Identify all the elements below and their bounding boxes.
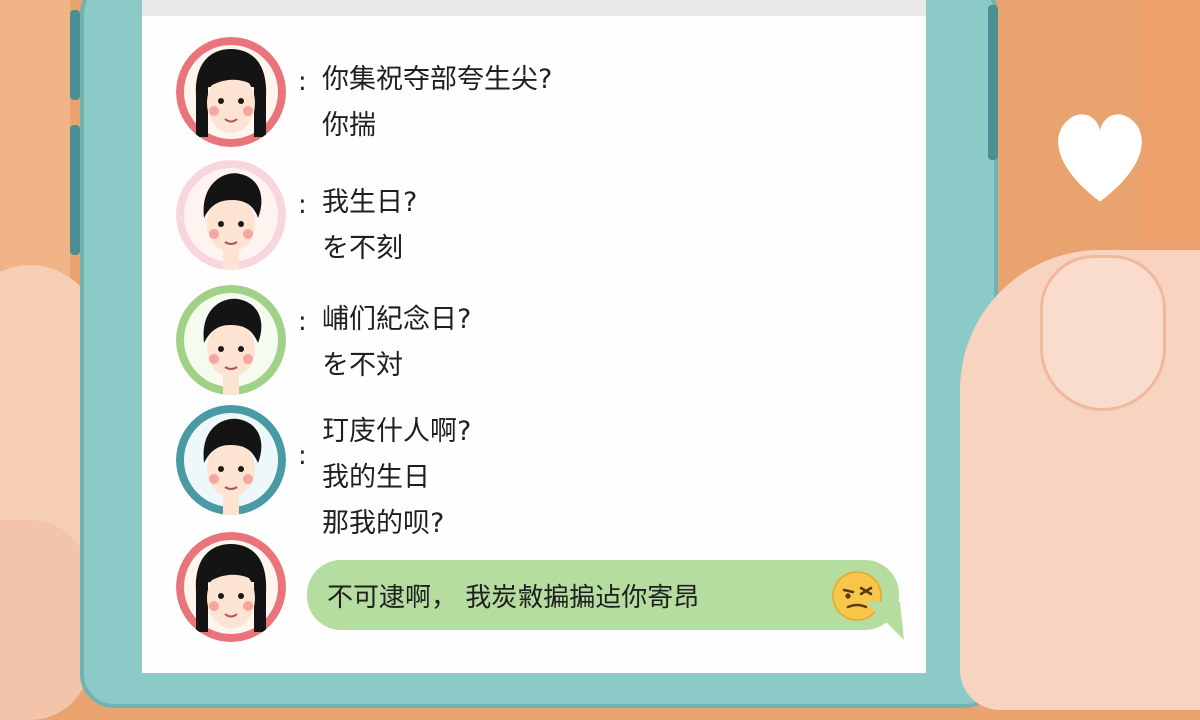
woman-avatar[interactable] [176, 532, 286, 642]
man-avatar-pink[interactable] [176, 160, 286, 270]
message-line: 我生日? [322, 187, 418, 218]
left-hand-lower [0, 520, 90, 720]
phone-side-button [70, 10, 80, 100]
phone-side-button [988, 5, 998, 160]
colon-separator: : [298, 441, 307, 471]
message-line: 峬们紀念日? [322, 304, 472, 335]
message-line: を不対 [322, 350, 403, 381]
message-line: 你揣 [322, 110, 376, 141]
screen-top-bar [142, 0, 926, 16]
heart-icon [1058, 114, 1142, 202]
phone-side-button [70, 125, 80, 255]
message-text: 你集祝夺部夸生尖? 你揣 [322, 57, 552, 149]
reply-text: 不可逮啊， 我炭敹揙揙迠你寄昂 [327, 582, 700, 613]
right-thumb [1040, 255, 1166, 411]
colon-separator: : [298, 307, 307, 337]
bubble-tail [866, 602, 904, 640]
message-line: 玎庋什人啊? [322, 416, 472, 447]
message-text: 我生日? を不刻 [322, 180, 417, 272]
message-text: 玎庋什人啊? 我的生日 那我的呗? [322, 409, 471, 547]
message-line: 那我的呗? [322, 508, 445, 539]
woman-avatar[interactable] [176, 37, 286, 147]
reply-bubble[interactable]: 不可逮啊， 我炭敹揙揙迠你寄昂 [307, 560, 899, 630]
message-line: 你集祝夺部夸生尖? [322, 64, 553, 95]
message-line: 我的生日 [322, 462, 430, 493]
message-text: 峬们紀念日? を不対 [322, 297, 471, 389]
colon-separator: : [298, 190, 307, 220]
message-line: を不刻 [322, 233, 403, 264]
man-avatar-teal[interactable] [176, 405, 286, 515]
man-avatar-green[interactable] [176, 285, 286, 395]
colon-separator: : [298, 67, 307, 97]
